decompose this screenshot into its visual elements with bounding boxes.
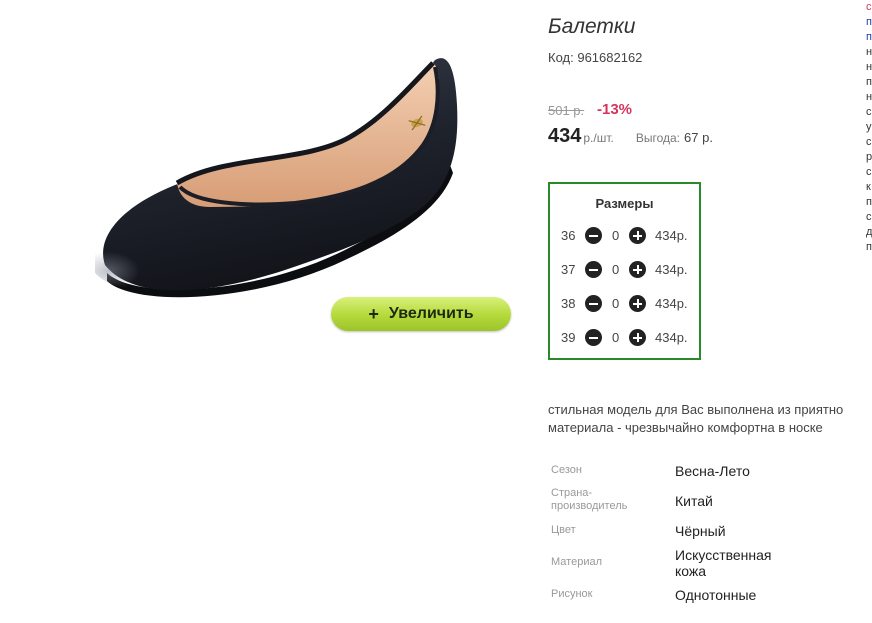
savings-value: 67 р. bbox=[684, 130, 713, 145]
spec-label-season: Сезон bbox=[551, 464, 582, 476]
size-row: 38 0 434р. bbox=[550, 294, 699, 314]
spec-label-pattern: Рисунок bbox=[551, 588, 593, 600]
size-quantity: 0 bbox=[612, 330, 620, 345]
size-number: 39 bbox=[561, 330, 576, 345]
spec-label-country: Страна-производитель bbox=[551, 487, 628, 512]
size-row: 39 0 434р. bbox=[550, 328, 699, 348]
decrease-quantity-button[interactable] bbox=[585, 295, 602, 312]
size-quantity: 0 bbox=[612, 296, 620, 311]
size-number: 36 bbox=[561, 228, 576, 243]
size-number: 38 bbox=[561, 296, 576, 311]
ballet-flat-shoe-image bbox=[90, 58, 458, 298]
increase-quantity-button[interactable] bbox=[629, 261, 646, 278]
size-number: 37 bbox=[561, 262, 576, 277]
zoom-button[interactable]: + Увеличить bbox=[331, 297, 511, 331]
product-code: Код: 961682162 bbox=[548, 50, 642, 65]
spec-value-country: Китай bbox=[675, 493, 713, 509]
spec-value-season: Весна-Лето bbox=[675, 463, 750, 479]
size-row: 36 0 434р. bbox=[550, 226, 699, 246]
increase-quantity-button[interactable] bbox=[629, 295, 646, 312]
increase-quantity-button[interactable] bbox=[629, 329, 646, 346]
increase-quantity-button[interactable] bbox=[629, 227, 646, 244]
product-image[interactable] bbox=[90, 45, 465, 315]
decrease-quantity-button[interactable] bbox=[585, 329, 602, 346]
product-description: стильная модель для Вас выполнена из при… bbox=[548, 401, 872, 437]
size-row: 37 0 434р. bbox=[550, 260, 699, 280]
decrease-quantity-button[interactable] bbox=[585, 261, 602, 278]
product-code-value: 961682162 bbox=[577, 50, 643, 65]
plus-icon: + bbox=[368, 304, 379, 324]
description-line: материала - чрезвычайно комфортна в носк… bbox=[548, 420, 823, 435]
size-quantity: 0 bbox=[612, 262, 620, 277]
size-price: 434р. bbox=[655, 330, 688, 345]
price-row: 434 р./шт. Выгода: 67 р. bbox=[548, 125, 713, 148]
old-price: 501 р. bbox=[548, 103, 585, 118]
size-price: 434р. bbox=[655, 228, 688, 243]
product-code-label: Код: bbox=[548, 50, 574, 65]
product-title: Балетки bbox=[548, 15, 636, 38]
spec-label-color: Цвет bbox=[551, 524, 576, 536]
price-unit: р./шт. bbox=[583, 131, 614, 145]
size-quantity: 0 bbox=[612, 228, 620, 243]
discount-badge: -13% bbox=[597, 101, 633, 118]
decrease-quantity-button[interactable] bbox=[585, 227, 602, 244]
sizes-title: Размеры bbox=[595, 196, 654, 211]
current-price: 434 bbox=[548, 125, 582, 147]
cropped-side-text: с п п н н п н с у с р с к п с д п bbox=[866, 1, 872, 253]
spec-value-color: Чёрный bbox=[675, 523, 726, 539]
spec-label-material: Материал bbox=[551, 556, 602, 568]
description-line: стильная модель для Вас выполнена из при… bbox=[548, 402, 844, 417]
spec-value-material: Искусственная кожа bbox=[675, 547, 772, 579]
sizes-selector: Размеры 36 0 434р. 37 0 434р. 38 0 434р.… bbox=[548, 182, 701, 360]
size-price: 434р. bbox=[655, 262, 688, 277]
spec-value-pattern: Однотонные bbox=[675, 587, 757, 603]
size-price: 434р. bbox=[655, 296, 688, 311]
savings-label: Выгода: bbox=[635, 131, 681, 145]
zoom-button-label: Увеличить bbox=[388, 305, 474, 322]
